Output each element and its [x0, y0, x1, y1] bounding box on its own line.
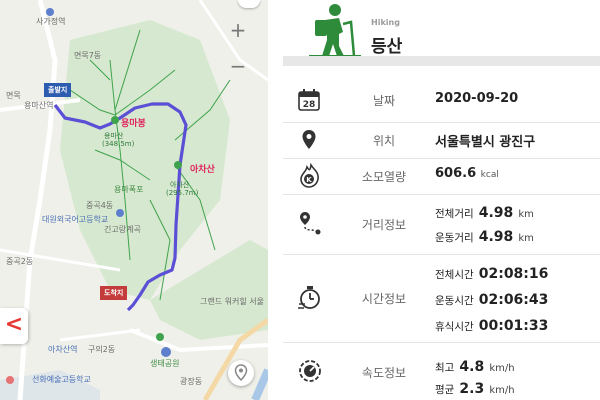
map-label-jungok2: 중곡2동: [6, 257, 34, 266]
route-map[interactable]: + − 사가정역 면목7동 면목 용마산역 용마봉 용마산 (348.5m) 아…: [0, 0, 268, 400]
calorie-flame-icon: K: [300, 163, 319, 188]
svg-text:K: K: [306, 176, 312, 184]
zoom-in-button[interactable]: +: [226, 18, 250, 42]
map-label-myeonmok7: 면목7동: [74, 51, 102, 60]
total-distance-label: 전체거리: [435, 208, 474, 220]
stopwatch-icon: [298, 286, 320, 309]
avg-speed-line: 평균 2.3 km/h: [435, 378, 515, 397]
start-flag: 출발지: [44, 83, 72, 97]
distance-route-icon: [300, 212, 321, 235]
rest-time-value: 00:01:33: [478, 318, 549, 334]
location-row: 위치 서울특별시 광진구: [283, 122, 600, 159]
calories-row: K 소모열량 606.6 kcal: [283, 158, 600, 195]
total-distance-unit: km: [518, 209, 534, 220]
max-speed-line: 최고 4.8 km/h: [435, 356, 515, 375]
total-distance-line: 전체거리 4.98 km: [435, 202, 534, 221]
moving-distance-label: 운동거리: [435, 232, 474, 244]
time-label: 시간정보: [361, 292, 407, 306]
map-label-achasan: 아차산: [190, 165, 215, 175]
moving-distance-unit: km: [518, 233, 534, 244]
map-label-ecopark: 생태공원: [150, 359, 180, 368]
speed-row: 속도정보 최고 4.8 km/h 평균 2.3 km/h: [283, 342, 600, 400]
rest-time-line: 휴식시간 00:01:33: [435, 315, 548, 334]
calories-value: 606.6: [435, 166, 477, 181]
date-label: 날짜: [372, 94, 396, 108]
map-label-yongma-waterfall: 용마폭포: [114, 185, 144, 194]
max-speed-value: 4.8: [459, 359, 485, 375]
distance-row: 거리정보 전체거리 4.98 km 운동거리 4.98 km: [283, 194, 600, 255]
calories-label: 소모열량: [361, 170, 407, 184]
category-english: Hiking: [371, 18, 400, 27]
date-row: 28 날짜 2020-09-20: [283, 78, 600, 123]
location-pin-icon: [302, 130, 316, 149]
total-time-value: 02:08:16: [478, 266, 549, 282]
map-label-yongmabong: 용마봉: [121, 119, 146, 129]
map-label-seonhwa-school: 선화예술고등학교: [32, 375, 91, 384]
my-location-button[interactable]: [228, 360, 254, 386]
avg-speed-label: 평균: [435, 384, 455, 396]
moving-distance-value: 4.98: [478, 229, 514, 245]
location-label: 위치: [372, 134, 396, 148]
map-label-yongmasan-height: (348.5m): [102, 140, 135, 148]
divider: [268, 0, 283, 400]
map-label-school: 대원외국어고등학교: [42, 215, 109, 224]
activity-header: Hiking 등산: [283, 0, 600, 62]
max-speed-label: 최고: [435, 362, 455, 374]
map-label-gui2: 구의2동: [88, 345, 116, 354]
map-label-achasan-station: 아차산역: [48, 345, 78, 354]
avg-speed-value: 2.3: [459, 381, 485, 397]
location-value: 서울특별시 광진구: [435, 135, 536, 150]
hiker-icon: [309, 4, 361, 56]
total-distance-value: 4.98: [478, 205, 514, 221]
max-speed-unit: km/h: [489, 363, 515, 374]
total-time-label: 전체시간: [435, 269, 474, 281]
avg-speed-unit: km/h: [489, 385, 515, 396]
map-label-walkerhill: 그랜드 워커힐 서울: [200, 297, 264, 306]
date-value: 2020-09-20: [435, 91, 519, 106]
calendar-icon-day: 28: [303, 100, 316, 110]
calories-unit: kcal: [480, 170, 499, 180]
rest-time-label: 휴식시간: [435, 321, 474, 333]
calories-value-line: 606.6 kcal: [435, 166, 499, 181]
map-label-myeonmok: 면목: [6, 91, 21, 100]
map-label-jungok4: 중곡4동: [86, 201, 114, 210]
map-label-gwangjang: 광장동: [180, 377, 203, 386]
map-label-achasan-height: (295.7m): [166, 189, 199, 197]
zoom-out-button[interactable]: −: [226, 54, 250, 78]
moving-time-label: 운동시간: [435, 295, 474, 307]
location-pin-icon: [234, 364, 248, 382]
total-time-line: 전체시간 02:08:16: [435, 263, 548, 282]
speedometer-icon: [299, 360, 321, 382]
distance-label: 거리정보: [361, 218, 407, 232]
moving-time-value: 02:06:43: [478, 292, 549, 308]
end-flag: 도착지: [100, 286, 128, 300]
speed-label: 속도정보: [361, 366, 407, 380]
moving-distance-line: 운동거리 4.98 km: [435, 226, 534, 245]
map-label-valley: 긴고랑계곡: [104, 225, 141, 234]
activity-detail-panel: Hiking 등산 28 날짜 2020-09-20 위치 서울특별시 광진구 …: [283, 0, 600, 400]
header-separator: [283, 56, 600, 66]
map-label-yongma-station: 용마산역: [24, 101, 54, 110]
back-button[interactable]: <: [0, 308, 28, 344]
category-title: 등산: [371, 37, 403, 57]
calendar-icon: 28: [298, 89, 320, 111]
map-label-sagajeong-station: 사가정역: [36, 17, 66, 26]
moving-time-line: 운동시간 02:06:43: [435, 289, 548, 308]
time-row: 시간정보 전체시간 02:08:16 운동시간 02:06:43 휴식시간 00…: [283, 254, 600, 343]
